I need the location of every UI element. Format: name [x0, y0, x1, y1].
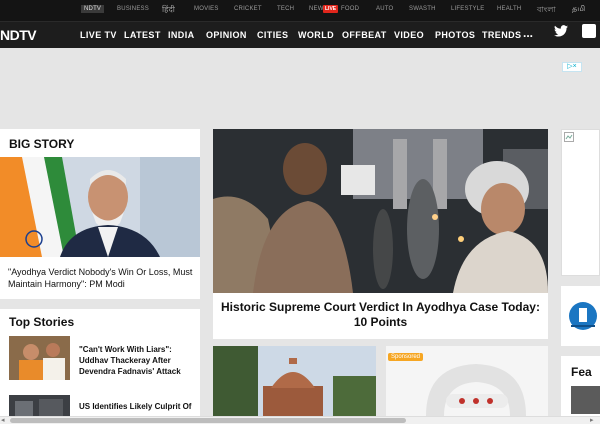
- live-badge: LIVE: [323, 5, 339, 13]
- subnav-auto[interactable]: AUTO: [376, 6, 393, 12]
- top-story-headline[interactable]: "Can't Work With Liars": Uddhav Thackera…: [79, 344, 197, 377]
- sponsored-badge: Sponsored: [388, 353, 424, 361]
- subnav-health[interactable]: HEALTH: [497, 6, 521, 12]
- main-nav: NDTV LIVE TV LATEST INDIA OPINION CITIES…: [0, 21, 600, 48]
- subnav-business[interactable]: BUSINESS: [117, 6, 149, 12]
- nav-video[interactable]: VIDEO: [394, 30, 424, 40]
- subnav-lifestyle[interactable]: LIFESTYLE: [451, 6, 484, 12]
- nav-opinion[interactable]: OPINION: [206, 30, 247, 40]
- nav-india[interactable]: INDIA: [168, 30, 195, 40]
- subnav-tech[interactable]: TECH: [277, 6, 294, 12]
- subnav-cricket[interactable]: CRICKET: [234, 6, 262, 12]
- nav-live-tv[interactable]: LIVE TV: [80, 30, 117, 40]
- top-story-thumb[interactable]: [9, 336, 70, 380]
- right-ad-panel[interactable]: [561, 129, 600, 276]
- hero-story-card: Historic Supreme Court Verdict In Ayodhy…: [213, 129, 548, 339]
- ndtv-logo[interactable]: NDTV: [0, 27, 37, 43]
- big-story-title: BIG STORY: [9, 137, 75, 151]
- big-story-caption[interactable]: "Ayodhya Verdict Nobody's Win Or Loss, M…: [8, 266, 193, 290]
- nav-cities[interactable]: CITIES: [257, 30, 288, 40]
- right-promo-tile[interactable]: [561, 286, 600, 346]
- nav-photos[interactable]: PHOTOS: [435, 30, 475, 40]
- subnav-food[interactable]: FOOD: [341, 6, 359, 12]
- nav-trends[interactable]: TRENDS: [482, 30, 521, 40]
- big-story-photo[interactable]: [0, 157, 200, 257]
- nav-world[interactable]: WORLD: [298, 30, 334, 40]
- top-sub-nav: NDTV BUSINESS हिंदी MOVIES CRICKET TECH …: [0, 0, 600, 21]
- facebook-icon[interactable]: [582, 24, 596, 38]
- story-card-supreme-court[interactable]: [213, 346, 376, 416]
- top-story-headline[interactable]: US Identifies Likely Culprit Of: [79, 401, 197, 412]
- subnav-tamil[interactable]: தமி: [572, 4, 585, 14]
- scroll-left-icon[interactable]: ◂: [1, 416, 5, 424]
- subnav-ndtv[interactable]: NDTV: [81, 5, 105, 13]
- top-story-thumb[interactable]: [9, 395, 70, 417]
- featured-thumb[interactable]: [571, 386, 600, 414]
- scrollbar-thumb[interactable]: [10, 418, 406, 423]
- big-story-card: BIG STORY "Ayodhya Verdict Nobody's Win …: [0, 129, 200, 299]
- right-featured-tile[interactable]: Fea: [561, 356, 600, 416]
- nav-offbeat[interactable]: OFFBEAT: [342, 30, 387, 40]
- story-card-sponsored[interactable]: Sponsored: [386, 346, 548, 416]
- subnav-new[interactable]: NEW: [309, 6, 324, 12]
- featured-title: Fea: [571, 365, 592, 379]
- horizontal-scrollbar[interactable]: ◂ ▸: [0, 416, 600, 424]
- scroll-right-icon[interactable]: ▸: [590, 416, 594, 424]
- subnav-bangla[interactable]: বাংলা: [537, 4, 556, 17]
- adchoices-icon[interactable]: ▷×: [562, 62, 582, 72]
- hero-story-photo[interactable]: [213, 129, 548, 293]
- twitter-icon[interactable]: [554, 25, 568, 40]
- hero-story-caption[interactable]: Historic Supreme Court Verdict In Ayodhy…: [221, 300, 540, 330]
- nav-latest[interactable]: LATEST: [124, 30, 161, 40]
- more-menu-icon[interactable]: ...: [523, 26, 533, 40]
- broken-image-icon: [564, 132, 574, 142]
- subnav-movies[interactable]: MOVIES: [194, 6, 219, 12]
- top-stories-panel: Top Stories "Can't Work With Liars": Udd…: [0, 309, 200, 424]
- top-stories-title: Top Stories: [9, 315, 75, 329]
- subnav-hindi[interactable]: हिंदी: [162, 4, 175, 15]
- subnav-swasth[interactable]: SWASTH: [409, 6, 436, 12]
